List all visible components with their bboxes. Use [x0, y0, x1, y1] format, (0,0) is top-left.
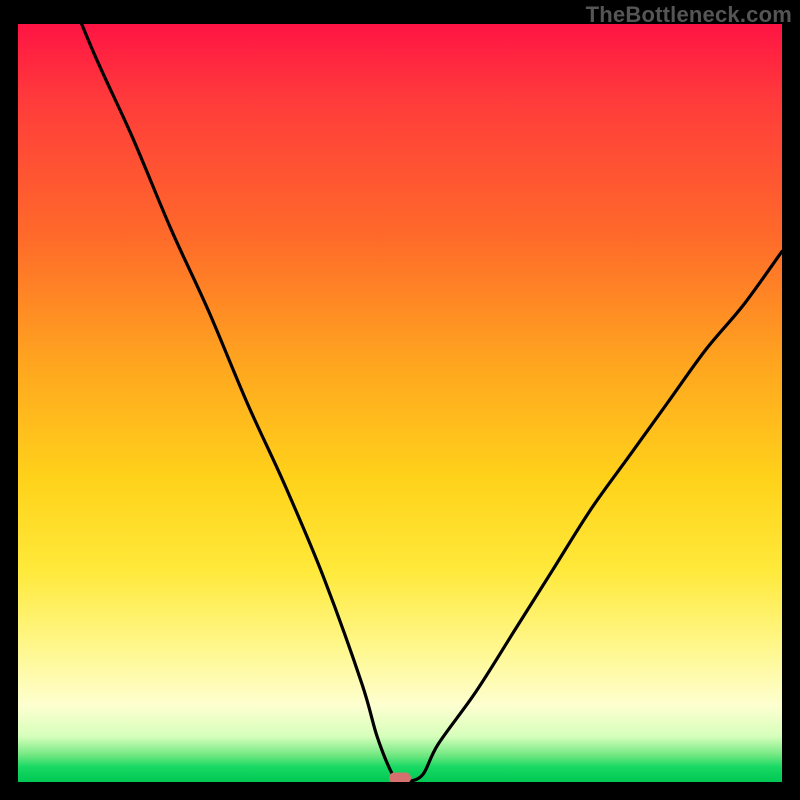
- plot-area: [18, 24, 782, 782]
- bottleneck-curve: [18, 24, 782, 782]
- chart-frame: TheBottleneck.com: [0, 0, 800, 800]
- curve-line: [18, 24, 782, 782]
- optimal-marker: [389, 773, 411, 783]
